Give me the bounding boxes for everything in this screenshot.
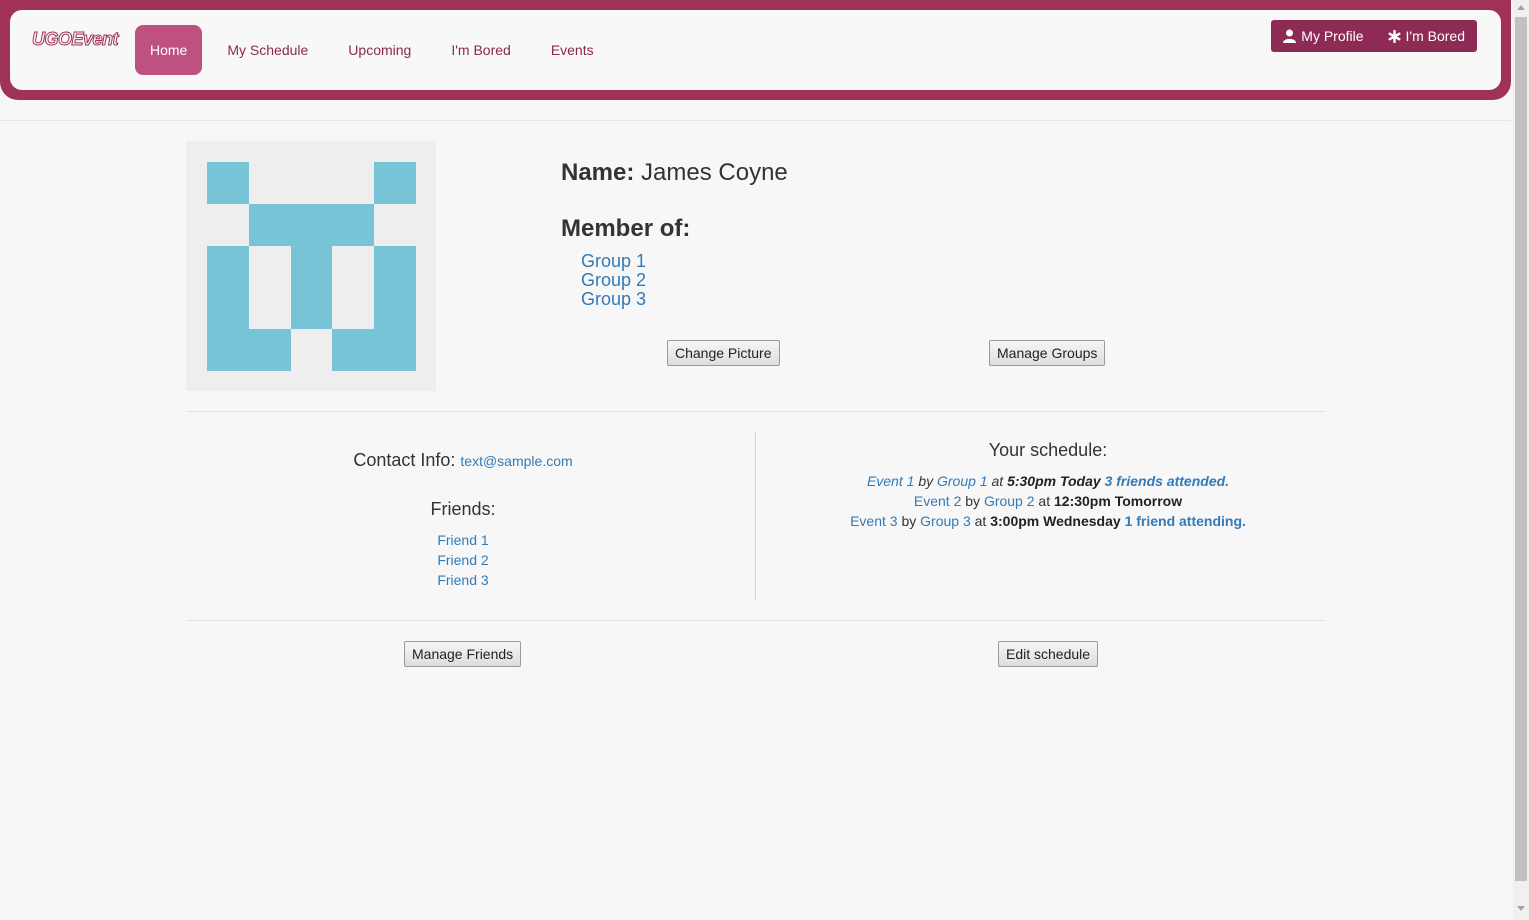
by-text: by [965,493,981,509]
nav-im-bored[interactable]: I'm Bored [436,25,525,75]
event-time-3: 3:00pm Wednesday [990,513,1121,529]
friends-title: Friends: [430,499,496,519]
edit-schedule-button[interactable]: Edit schedule [998,641,1099,667]
im-bored-button[interactable]: I'm Bored [1376,20,1477,52]
event-group-link-1[interactable]: Group 1 [937,473,988,489]
top-action-group: My Profile I'm Bored [1271,20,1477,52]
contact-email-link[interactable]: text@sample.com [460,453,572,469]
name-label: Name: [561,159,635,186]
event-friends-link-1[interactable]: 3 friends attended. [1105,473,1229,489]
column-divider [755,432,756,600]
vertical-scrollbar[interactable] [1513,0,1529,920]
header-divider [0,120,1511,121]
event-time-2: 12:30pm Tomorrow [1054,493,1183,509]
schedule-item: Event 1 by Group 1 at 5:30pm Today 3 fri… [770,471,1326,491]
nav-my-schedule[interactable]: My Schedule [212,25,323,75]
section-divider [186,620,1326,621]
im-bored-label: I'm Bored [1405,28,1465,44]
event-link-2[interactable]: Event 2 [914,493,961,509]
schedule-item: Event 2 by Group 2 at 12:30pm Tomorrow [770,491,1326,511]
schedule-title: Your schedule: [988,440,1108,460]
contact-info: Contact Info: text@sample.com [186,450,740,471]
nav-events[interactable]: Events [536,25,609,75]
group-list: Group 1 Group 2 Group 3 [581,252,646,309]
group-link-1[interactable]: Group 1 [581,252,646,271]
manage-friends-button[interactable]: Manage Friends [404,641,522,667]
nav-home[interactable]: Home [135,25,203,75]
schedule-item: Event 3 by Group 3 at 3:00pm Wednesday 1… [770,511,1326,531]
name-value: James Coyne [641,159,788,186]
user-icon [1283,29,1297,43]
at-text: at [974,513,987,529]
event-group-link-3[interactable]: Group 3 [920,513,971,529]
by-text: by [918,473,934,489]
asterisk-icon [1388,29,1401,43]
friends-list: Friend 1 Friend 2 Friend 3 [186,530,740,590]
at-text: at [991,473,1004,489]
main-nav: Home My Schedule Upcoming I'm Bored Even… [135,25,619,75]
manage-groups-button[interactable]: Manage Groups [989,340,1106,366]
my-profile-label: My Profile [1301,28,1364,44]
member-of-label: Member of: [561,215,691,242]
navbar-inner: UGOEvent Home My Schedule Upcoming I'm B… [10,10,1501,90]
at-text: at [1038,493,1051,509]
avatar-identicon [207,162,416,371]
by-text: by [901,513,917,529]
change-picture-button[interactable]: Change Picture [667,340,780,366]
scroll-down-arrow-icon[interactable] [1517,906,1525,911]
event-friends-link-3[interactable]: 1 friend attending. [1125,513,1246,529]
brand-logo[interactable]: UGOEvent [31,29,119,50]
avatar [186,141,436,391]
event-time-1: 5:30pm Today [1007,473,1101,489]
contact-label: Contact Info: [353,450,456,470]
section-divider [186,411,1326,412]
event-group-link-2[interactable]: Group 2 [984,493,1035,509]
group-link-2[interactable]: Group 2 [581,271,646,290]
schedule-list: Event 1 by Group 1 at 5:30pm Today 3 fri… [770,471,1326,531]
event-link-1[interactable]: Event 1 [867,473,914,489]
group-link-3[interactable]: Group 3 [581,290,646,309]
scroll-up-arrow-icon[interactable] [1517,5,1525,10]
friend-link-1[interactable]: Friend 1 [186,530,740,550]
profile-name: Name: James Coyne [561,159,788,187]
scrollbar-thumb[interactable] [1515,17,1527,881]
friend-link-2[interactable]: Friend 2 [186,550,740,570]
top-navbar: UGOEvent Home My Schedule Upcoming I'm B… [0,0,1511,100]
my-profile-button[interactable]: My Profile [1271,20,1375,52]
friend-link-3[interactable]: Friend 3 [186,570,740,590]
event-link-3[interactable]: Event 3 [850,513,897,529]
nav-upcoming[interactable]: Upcoming [333,25,426,75]
